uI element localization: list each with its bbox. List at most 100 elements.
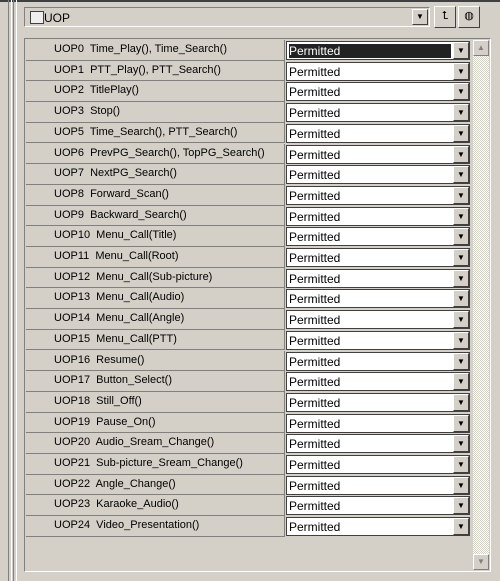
chevron-down-icon[interactable]: ▼ — [453, 228, 469, 246]
chevron-down-icon[interactable]: ▼ — [453, 145, 469, 163]
up-folder-button[interactable]: ⮤ — [434, 6, 456, 28]
uop-label: UOP12 Menu_Call(Sub-picture) — [26, 267, 285, 289]
permission-value: Permitted — [289, 147, 341, 162]
permission-dropdown[interactable]: Permitted ▼ — [286, 185, 470, 205]
permission-dropdown[interactable]: Permitted ▼ — [286, 268, 470, 288]
permission-dropdown[interactable]: Permitted ▼ — [286, 289, 470, 309]
table-row: UOP8 Forward_Scan() Permitted ▼ — [26, 184, 472, 206]
scroll-up-button[interactable]: ▲ — [473, 40, 489, 56]
table-row: UOP22 Angle_Change() Permitted ▼ — [26, 474, 472, 496]
permission-dropdown[interactable]: Permitted ▼ — [286, 310, 470, 330]
chevron-down-icon[interactable]: ▼ — [453, 393, 469, 411]
permission-value: Permitted — [289, 375, 341, 390]
permission-dropdown[interactable]: Permitted ▼ — [286, 475, 470, 495]
permission-dropdown[interactable]: Permitted ▼ — [286, 248, 470, 267]
chevron-down-icon[interactable]: ▼ — [453, 186, 469, 204]
chevron-down-icon[interactable]: ▼ — [412, 9, 428, 25]
permission-value: Permitted — [289, 230, 341, 245]
uop-label: UOP13 Menu_Call(Audio) — [26, 288, 285, 310]
permission-value: Permitted — [289, 209, 341, 224]
chevron-down-icon[interactable]: ▼ — [453, 435, 469, 453]
chevron-down-icon[interactable]: ▼ — [453, 249, 469, 266]
table-row: UOP17 Button_Select() Permitted ▼ — [26, 371, 472, 392]
chevron-down-icon[interactable]: ▼ — [453, 124, 469, 142]
chevron-down-icon[interactable]: ▼ — [453, 207, 469, 225]
chevron-down-icon[interactable]: ▼ — [453, 518, 469, 536]
chevron-down-icon[interactable]: ▼ — [453, 456, 469, 473]
permission-dropdown[interactable]: Permitted ▼ — [286, 82, 470, 102]
permission-value: Permitted — [289, 499, 341, 514]
permission-dropdown[interactable]: Permitted ▼ — [286, 392, 470, 412]
table-row: UOP9 Backward_Search() Permitted ▼ — [26, 205, 472, 227]
uop-label: UOP16 Resume() — [26, 350, 285, 372]
table-row: UOP19 Pause_On() Permitted ▼ — [26, 412, 472, 434]
permission-value: Permitted — [289, 126, 341, 141]
chevron-down-icon[interactable]: ▼ — [453, 476, 469, 494]
splitter[interactable] — [8, 0, 12, 581]
permission-dropdown[interactable]: Permitted ▼ — [286, 330, 470, 350]
chevron-down-icon[interactable]: ▼ — [453, 104, 469, 122]
table-row: UOP21 Sub-picture_Sream_Change() Permitt… — [26, 454, 472, 475]
chevron-down-icon[interactable]: ▼ — [453, 269, 469, 287]
permission-value: Permitted — [289, 64, 341, 79]
permission-dropdown[interactable]: Permitted ▼ — [286, 455, 470, 474]
uop-property-grid: ▲ ▼ UOP0 Time_Play(), Time_Search() Perm… — [24, 38, 491, 572]
table-row: UOP6 PrevPG_Search(), TopPG_Search() Per… — [26, 143, 472, 165]
permission-dropdown[interactable]: Permitted ▼ — [286, 496, 470, 516]
permission-dropdown[interactable]: Permitted ▼ — [286, 144, 470, 164]
uop-label: UOP9 Backward_Search() — [26, 205, 285, 227]
chevron-down-icon[interactable]: ▼ — [453, 414, 469, 432]
folder-icon — [30, 11, 44, 24]
vertical-scrollbar[interactable]: ▲ ▼ — [473, 40, 489, 570]
permission-dropdown[interactable]: Permitted ▼ — [286, 41, 470, 60]
table-row: UOP5 Time_Search(), PTT_Search() Permitt… — [26, 122, 472, 144]
permission-value: Permitted — [289, 251, 341, 265]
permission-value: Permitted — [289, 458, 341, 472]
permission-dropdown[interactable]: Permitted ▼ — [286, 103, 470, 123]
globe-icon: ◍ — [464, 10, 474, 22]
permission-dropdown[interactable]: Permitted ▼ — [286, 351, 470, 371]
permission-dropdown[interactable]: Permitted ▼ — [286, 517, 470, 537]
permission-value: Permitted — [289, 106, 341, 121]
table-row: UOP2 TitlePlay() Permitted ▼ — [26, 81, 472, 103]
permission-dropdown[interactable]: Permitted ▼ — [286, 165, 470, 185]
scroll-down-button[interactable]: ▼ — [473, 554, 489, 570]
permission-value: Permitted — [289, 416, 341, 431]
uop-label: UOP23 Karaoke_Audio() — [26, 495, 285, 517]
table-row: UOP3 Stop() Permitted ▼ — [26, 102, 472, 123]
table-row: UOP13 Menu_Call(Audio) Permitted ▼ — [26, 288, 472, 310]
permission-value: Permitted — [289, 168, 341, 183]
chevron-down-icon[interactable]: ▼ — [453, 166, 469, 184]
chevron-down-icon[interactable]: ▼ — [453, 290, 469, 308]
splitter-inner — [13, 0, 17, 581]
permission-dropdown[interactable]: Permitted ▼ — [286, 413, 470, 433]
object-selector-combo[interactable]: UOP ▼ — [24, 7, 430, 27]
chevron-down-icon[interactable]: ▼ — [453, 42, 469, 59]
permission-dropdown[interactable]: Permitted ▼ — [286, 123, 470, 143]
permission-dropdown[interactable]: Permitted ▼ — [286, 206, 470, 226]
uop-label: UOP14 Menu_Call(Angle) — [26, 309, 285, 330]
table-row: UOP11 Menu_Call(Root) Permitted ▼ — [26, 247, 472, 268]
globe-button[interactable]: ◍ — [458, 6, 480, 28]
uop-label: UOP6 PrevPG_Search(), TopPG_Search() — [26, 143, 285, 165]
uop-label: UOP24 Video_Presentation() — [26, 516, 285, 537]
table-row: UOP24 Video_Presentation() Permitted ▼ — [26, 516, 472, 537]
permission-dropdown[interactable]: Permitted ▼ — [286, 227, 470, 247]
chevron-down-icon[interactable]: ▼ — [453, 331, 469, 349]
table-row: UOP7 NextPG_Search() Permitted ▼ — [26, 164, 472, 185]
permission-dropdown[interactable]: Permitted ▼ — [286, 61, 470, 81]
uop-label: UOP11 Menu_Call(Root) — [26, 247, 285, 268]
uop-label: UOP10 Menu_Call(Title) — [26, 226, 285, 247]
table-row: UOP18 Still_Off() Permitted ▼ — [26, 391, 472, 413]
permission-value: Permitted — [289, 271, 341, 286]
chevron-down-icon[interactable]: ▼ — [453, 62, 469, 80]
chevron-down-icon[interactable]: ▼ — [453, 83, 469, 101]
permission-dropdown[interactable]: Permitted ▼ — [286, 372, 470, 392]
chevron-down-icon[interactable]: ▼ — [453, 352, 469, 370]
chevron-down-icon[interactable]: ▼ — [453, 373, 469, 391]
table-row: UOP16 Resume() Permitted ▼ — [26, 350, 472, 372]
chevron-down-icon[interactable]: ▼ — [453, 497, 469, 515]
permission-value: Permitted — [289, 354, 341, 369]
chevron-down-icon[interactable]: ▼ — [453, 311, 469, 329]
permission-dropdown[interactable]: Permitted ▼ — [286, 434, 470, 454]
